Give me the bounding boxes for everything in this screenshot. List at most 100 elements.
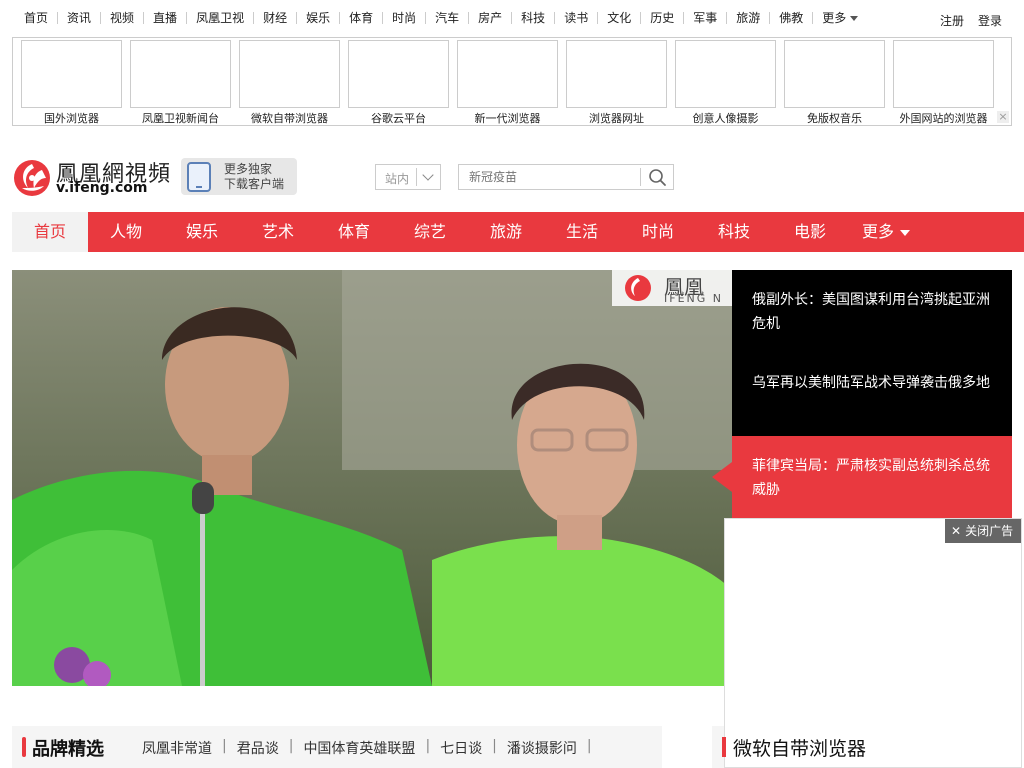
section-marker [22, 737, 26, 757]
app-download-line1: 更多独家 [224, 162, 273, 176]
divider: | [222, 738, 227, 754]
top-nav-link[interactable]: 娱乐 [296, 12, 339, 24]
top-nav-link[interactable]: 军事 [683, 12, 726, 24]
logo-url: v.ifeng.com [56, 180, 148, 196]
top-nav-link[interactable]: 佛教 [769, 12, 812, 24]
ad-tile-caption: 创意人像摄影 [692, 112, 759, 125]
app-download-line2: 下载客户端 [224, 177, 285, 191]
top-nav: 首页 资讯 视频 直播 凤凰卫视 财经 娱乐 体育 时尚 汽车 房产 科技 读书… [0, 0, 1024, 38]
divider: | [425, 738, 431, 754]
ad-tile[interactable]: 微软自带浏览器 [239, 40, 340, 126]
ad-tile-image [566, 40, 667, 108]
phoenix-logo-icon [625, 275, 651, 301]
close-ad-button[interactable]: ✕ 关闭广告 [945, 519, 1021, 543]
top-nav-link[interactable]: 首页 [14, 12, 57, 24]
headline-item[interactable]: 俄副外长：美国图谋利用台湾挑起亚洲危机 [752, 288, 997, 336]
top-nav-link[interactable]: 财经 [253, 12, 296, 24]
ad-strip-close-icon[interactable]: × [997, 111, 1009, 123]
ad-tile-caption: 国外浏览器 [44, 112, 99, 125]
top-nav-more-label: 更多 [822, 11, 847, 25]
channel-tab[interactable]: 艺术 [240, 212, 316, 252]
phone-icon [187, 162, 211, 192]
right-section-header [712, 726, 726, 768]
top-nav-link[interactable]: 文化 [597, 12, 640, 24]
top-nav-link[interactable]: 读书 [554, 12, 597, 24]
ad-tile[interactable]: 浏览器网址 [566, 40, 667, 126]
site-logo[interactable]: 鳳凰網視頻 v.ifeng.com [12, 156, 180, 200]
search-scope-label: 站内 [385, 172, 410, 186]
hero-video-thumbnail[interactable]: 鳳凰 IFENG N [12, 270, 732, 686]
ad-tile[interactable]: 国外浏览器 [21, 40, 122, 126]
top-nav-link[interactable]: 时尚 [382, 12, 425, 24]
headline-item: 菲律宾当局：严肃核实副总统刺杀总统威胁 [752, 458, 990, 498]
channel-tab[interactable]: 娱乐 [164, 212, 240, 252]
search-icon[interactable] [641, 165, 674, 189]
close-icon: ✕ [951, 524, 962, 538]
ad-strip: 国外浏览器 凤凰卫视新闻台 微软自带浏览器 谷歌云平台 新一代浏览器 浏览器网址… [12, 37, 1012, 126]
top-nav-link[interactable]: 房产 [468, 12, 511, 24]
floating-ad[interactable]: ✕ 关闭广告 微软自带浏览器 [724, 518, 1022, 768]
brand-link[interactable]: 君品谈 [237, 738, 289, 758]
ad-tile[interactable]: 谷歌云平台 [348, 40, 449, 126]
headline-item[interactable]: 乌军再以美制陆军战术导弹袭击俄多地 [752, 371, 997, 395]
hero-image [12, 270, 732, 686]
top-nav-link[interactable]: 旅游 [726, 12, 769, 24]
brand-link[interactable]: 潘谈摄影问 [507, 738, 587, 758]
search-box [458, 164, 674, 190]
ad-tile[interactable]: 外国网站的浏览器 [893, 40, 994, 126]
top-nav-link[interactable]: 历史 [640, 12, 683, 24]
register-link[interactable]: 注册 [940, 12, 964, 29]
channel-tab[interactable]: 综艺 [392, 212, 468, 252]
top-nav-links: 首页 资讯 视频 直播 凤凰卫视 财经 娱乐 体育 时尚 汽车 房产 科技 读书… [14, 12, 867, 24]
channel-tab[interactable]: 时尚 [620, 212, 696, 252]
channel-tab[interactable]: 科技 [696, 212, 772, 252]
ad-tile-caption: 免版权音乐 [807, 112, 862, 125]
auth-links: 注册 登录 [940, 12, 1002, 29]
channel-tab[interactable]: 体育 [316, 212, 392, 252]
channel-watermark: 鳳凰 IFENG N [612, 270, 732, 306]
divider: | [492, 738, 497, 754]
top-nav-link[interactable]: 汽车 [425, 12, 468, 24]
ad-tile-image [457, 40, 558, 108]
watermark-en: IFENG N [664, 292, 723, 305]
top-nav-more-button[interactable]: 更多 [812, 12, 867, 24]
top-nav-link[interactable]: 直播 [143, 12, 186, 24]
ad-tile-caption: 浏览器网址 [589, 112, 644, 125]
ad-tile-image [21, 40, 122, 108]
channel-tab[interactable]: 旅游 [468, 212, 544, 252]
channel-more-label: 更多 [861, 222, 894, 241]
headline-item-active[interactable]: 菲律宾当局：严肃核实副总统刺杀总统威胁 [732, 436, 1012, 518]
ad-tile[interactable]: 免版权音乐 [784, 40, 885, 126]
brand-link[interactable]: 七日谈 [440, 738, 492, 758]
brand-links: 凤凰非常道 | 君品谈 | 中国体育英雄联盟 | 七日谈 | 潘谈摄影问 | [142, 738, 602, 758]
channel-more-button[interactable]: 更多 [848, 212, 924, 252]
brand-link[interactable]: 凤凰非常道 [142, 738, 222, 758]
ad-tile[interactable]: 创意人像摄影 [675, 40, 776, 126]
ad-title: 微软自带浏览器 [733, 738, 867, 760]
ad-tile-caption: 谷歌云平台 [371, 112, 426, 125]
ad-tile-caption: 凤凰卫视新闻台 [142, 112, 219, 125]
channel-tab[interactable]: 电影 [772, 212, 848, 252]
channel-tab[interactable]: 生活 [544, 212, 620, 252]
channel-nav: 首页 人物 娱乐 艺术 体育 综艺 旅游 生活 时尚 科技 电影 更多 [12, 212, 1024, 252]
channel-tab[interactable]: 首页 [12, 212, 88, 252]
login-link[interactable]: 登录 [978, 12, 1002, 29]
phoenix-logo-icon [14, 160, 50, 196]
divider [416, 168, 417, 186]
search-scope-select[interactable]: 站内 [375, 164, 441, 190]
top-nav-link[interactable]: 资讯 [57, 12, 100, 24]
ad-tile-caption: 外国网站的浏览器 [899, 112, 988, 125]
top-nav-link[interactable]: 凤凰卫视 [186, 12, 253, 24]
ad-tile[interactable]: 凤凰卫视新闻台 [130, 40, 231, 126]
top-nav-link[interactable]: 视频 [100, 12, 143, 24]
top-nav-link[interactable]: 科技 [511, 12, 554, 24]
top-nav-link[interactable]: 体育 [339, 12, 382, 24]
brand-link[interactable]: 中国体育英雄联盟 [303, 738, 425, 758]
close-ad-label: 关闭广告 [965, 524, 1014, 538]
channel-tab[interactable]: 人物 [88, 212, 164, 252]
search-input[interactable] [459, 165, 639, 189]
ad-tile[interactable]: 新一代浏览器 [457, 40, 558, 126]
ad-tile-image [239, 40, 340, 108]
caret-down-icon [850, 15, 859, 21]
app-download-button[interactable]: 更多独家 下载客户端 [181, 158, 297, 195]
